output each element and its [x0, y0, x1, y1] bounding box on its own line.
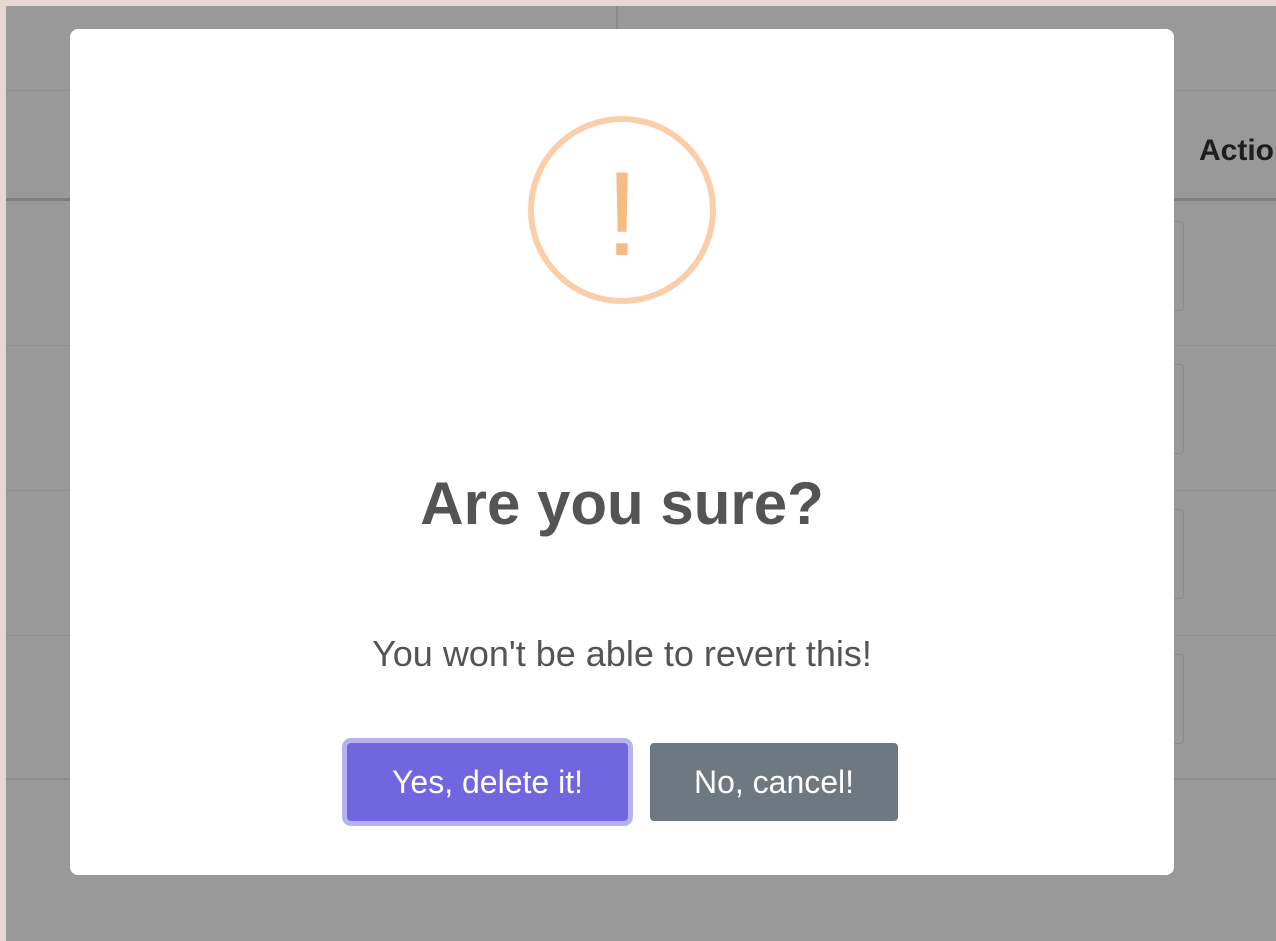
dialog-message: You won't be able to revert this! [372, 633, 872, 674]
cancel-button[interactable]: No, cancel! [650, 743, 898, 821]
confirm-delete-button[interactable]: Yes, delete it! [347, 743, 628, 821]
svg-text:!: ! [605, 147, 638, 281]
exclamation-warning-icon: ! [527, 115, 717, 305]
page-backdrop: Actio ! Are you sure? You won't be able … [6, 6, 1276, 941]
confirm-dialog: ! Are you sure? You won't be able to rev… [70, 29, 1174, 875]
dialog-title: Are you sure? [420, 470, 824, 537]
table-header-actions: Actio [1199, 134, 1274, 167]
